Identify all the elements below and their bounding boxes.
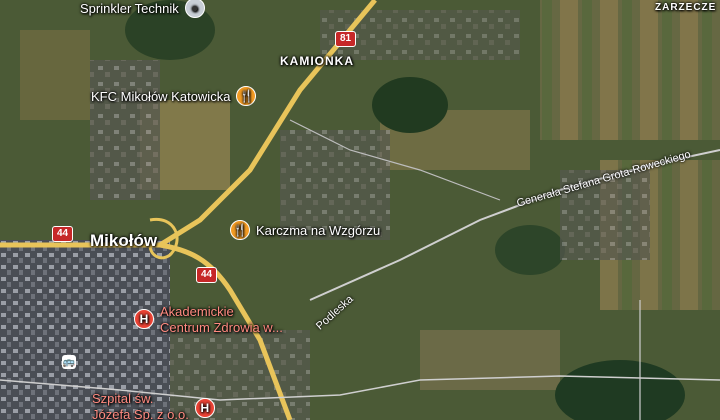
poi-karczma[interactable]: 🍴 Karczma na Wzgórzu [230,220,380,240]
place-label-zarzecze: ZARZECZE [655,2,717,13]
satellite-imagery [0,0,720,420]
poi-label-block: Szpital św. Józefa Sp. z o.o. [92,392,189,420]
place-label-kamionka: KAMIONKA [280,54,354,68]
poi-label-block: Akademickie Centrum Zdrowia w... [160,305,283,334]
poi-label-line2: Centrum Zdrowia w... [160,320,283,335]
poi-szpital[interactable]: Szpital św. Józefa Sp. z o.o. H [92,392,215,420]
poi-label-line1: Akademickie [160,304,234,319]
satellite-map[interactable]: KAMIONKA ZARZECZE Mikołów Sprinkler Tech… [0,0,720,420]
place-pin-icon: ● [184,0,205,18]
poi-label-line1: Szpital św. [92,391,154,406]
restaurant-icon: 🍴 [230,220,250,240]
poi-label: Sprinkler Technik [80,0,179,16]
route-shield-81: 81 [335,31,357,47]
poi-label-line2: Józefa Sp. z o.o. [92,407,189,420]
hospital-icon: H [194,398,215,418]
route-shield-44-center: 44 [196,267,218,283]
hospital-icon: H [134,309,154,329]
restaurant-icon: 🍴 [236,86,257,106]
bus-stop-icon[interactable]: 🚌 [62,355,76,369]
route-shield-44-west: 44 [52,226,74,242]
poi-label: KFC Mikołów Katowicka [91,88,231,104]
poi-akademickie[interactable]: H Akademickie Centrum Zdrowia w... [134,305,283,334]
poi-kfc[interactable]: KFC Mikołów Katowicka 🍴 [91,86,257,106]
poi-sprinkler-technik[interactable]: Sprinkler Technik ● [80,0,205,18]
place-label-mikolow: Mikołów [90,231,158,250]
poi-label: Karczma na Wzgórzu [256,222,381,238]
